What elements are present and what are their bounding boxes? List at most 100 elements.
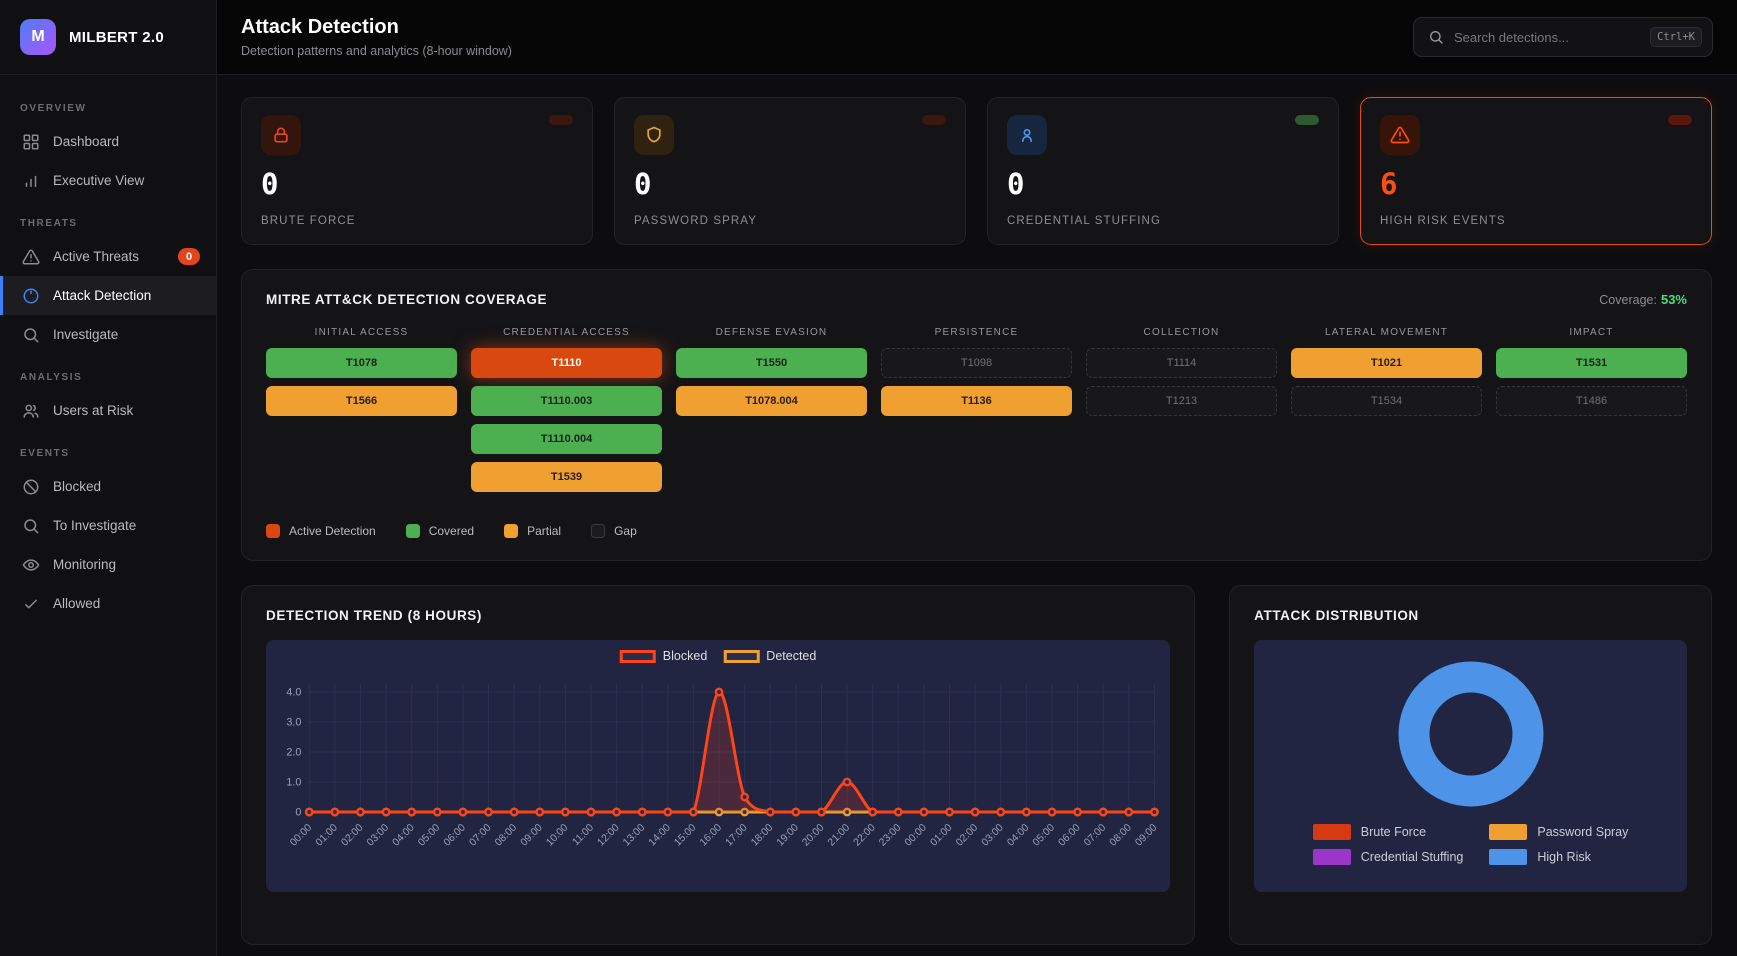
legend-label: Credential Stuffing (1361, 850, 1464, 864)
attack-distribution-panel: ATTACK DISTRIBUTION Brute Force Password… (1229, 585, 1712, 945)
technique-cell-t1534[interactable]: T1534 (1291, 386, 1482, 416)
stat-card-high-risk-events[interactable]: 6 HIGH RISK EVENTS (1360, 97, 1712, 245)
legend-label: Blocked (663, 649, 707, 663)
tactic-label: PERSISTENCE (881, 327, 1072, 338)
sidebar-item-blocked[interactable]: Blocked (0, 467, 216, 506)
sidebar-item-label: Allowed (53, 596, 100, 611)
technique-cell-t1078-004[interactable]: T1078.004 (676, 386, 867, 416)
distribution-legend-credential-stuffing: Credential Stuffing (1313, 849, 1464, 865)
mitre-grid: INITIAL ACCESS T1078 T1566 CREDENTIAL AC… (266, 327, 1687, 500)
sidebar-item-allowed[interactable]: Allowed (0, 584, 216, 623)
legend-label: Brute Force (1361, 825, 1426, 839)
sidebar-section-label: ANALYSIS (0, 354, 216, 391)
legend-swatch (1489, 824, 1527, 840)
stat-value: 0 (634, 170, 946, 199)
stat-card-row: 0 BRUTE FORCE 0 PASSWORD SPRAY 0 CREDENT… (241, 97, 1712, 245)
technique-cell-t1110[interactable]: T1110 (471, 348, 662, 378)
legend-label: Detected (766, 649, 816, 663)
coverage-value: 53% (1661, 292, 1687, 307)
trend-title: DETECTION TREND (8 HOURS) (266, 608, 1170, 623)
search-icon (1428, 29, 1444, 45)
search-icon (22, 517, 40, 535)
sidebar-item-executive-view[interactable]: Executive View (0, 161, 216, 200)
sidebar-item-to-investigate[interactable]: To Investigate (0, 506, 216, 545)
mitre-header: MITRE ATT&CK DETECTION COVERAGE Coverage… (266, 292, 1687, 307)
svg-text:16:00: 16:00 (698, 822, 724, 849)
sidebar-item-label: Investigate (53, 327, 118, 342)
tactic-label: LATERAL MOVEMENT (1291, 327, 1482, 338)
charts-row: DETECTION TREND (8 HOURS) Blocked Detect… (241, 585, 1712, 945)
distribution-legend: Brute Force Password Spray Credential St… (1313, 824, 1629, 865)
legend-swatch (266, 524, 280, 538)
search-box[interactable]: Ctrl+K (1413, 17, 1713, 57)
users-icon (22, 402, 40, 420)
technique-cell-t1486[interactable]: T1486 (1496, 386, 1687, 416)
stat-value: 6 (1380, 170, 1692, 199)
threat-count-badge: 0 (178, 248, 200, 265)
technique-cell-t1566[interactable]: T1566 (266, 386, 457, 416)
technique-cell-t1098[interactable]: T1098 (881, 348, 1072, 378)
svg-text:08:00: 08:00 (493, 822, 519, 849)
technique-cell-t1136[interactable]: T1136 (881, 386, 1072, 416)
legend-label: Partial (527, 524, 561, 538)
trend-pill (1295, 115, 1319, 125)
svg-text:11:00: 11:00 (571, 822, 597, 848)
stat-card-credential-stuffing[interactable]: 0 CREDENTIAL STUFFING (987, 97, 1339, 245)
search-input[interactable] (1454, 30, 1640, 45)
svg-text:18:00: 18:00 (749, 822, 775, 849)
sidebar-item-users-at-risk[interactable]: Users at Risk (0, 391, 216, 430)
grid-icon (22, 133, 40, 151)
main-area: Attack Detection Detection patterns and … (217, 0, 1737, 956)
svg-text:15:00: 15:00 (673, 822, 699, 849)
stat-card-brute-force[interactable]: 0 BRUTE FORCE (241, 97, 593, 245)
svg-text:17:00: 17:00 (724, 822, 750, 849)
sidebar-item-attack-detection[interactable]: Attack Detection (0, 276, 216, 315)
technique-cell-t1110-004[interactable]: T1110.004 (471, 424, 662, 454)
svg-text:08:00: 08:00 (1108, 822, 1134, 849)
stat-card-password-spray[interactable]: 0 PASSWORD SPRAY (614, 97, 966, 245)
mitre-legend: Active Detection Covered Partial Gap (266, 524, 1687, 538)
sidebar-section-events: EVENTS Blocked To Investigate Monitoring… (0, 430, 216, 623)
technique-cell-t1078[interactable]: T1078 (266, 348, 457, 378)
tactic-column-persistence: PERSISTENCE T1098 T1136 (881, 327, 1072, 500)
distribution-legend-high-risk: High Risk (1489, 849, 1628, 865)
legend-swatch (406, 524, 420, 538)
technique-cell-t1213[interactable]: T1213 (1086, 386, 1277, 416)
svg-text:3.0: 3.0 (286, 716, 301, 728)
page-header-text: Attack Detection Detection patterns and … (241, 16, 512, 58)
mitre-coverage-panel: MITRE ATT&CK DETECTION COVERAGE Coverage… (241, 269, 1712, 561)
stat-label: PASSWORD SPRAY (634, 215, 946, 227)
sidebar-item-label: To Investigate (53, 518, 136, 533)
coverage-label: Coverage: (1599, 293, 1657, 307)
stat-value: 0 (261, 170, 573, 199)
sidebar-section-analysis: ANALYSIS Users at Risk (0, 354, 216, 430)
legend-swatch (620, 650, 656, 663)
tactic-column-lateral-movement: LATERAL MOVEMENT T1021 T1534 (1291, 327, 1482, 500)
sidebar-item-investigate[interactable]: Investigate (0, 315, 216, 354)
sidebar-item-active-threats[interactable]: Active Threats 0 (0, 237, 216, 276)
technique-cell-t1531[interactable]: T1531 (1496, 348, 1687, 378)
legend-item-active-detection: Active Detection (266, 524, 376, 538)
technique-cell-t1550[interactable]: T1550 (676, 348, 867, 378)
technique-cell-t1110-003[interactable]: T1110.003 (471, 386, 662, 416)
technique-cell-t1021[interactable]: T1021 (1291, 348, 1482, 378)
stat-icon-chip (261, 115, 301, 155)
warning-triangle-icon (22, 248, 40, 266)
sidebar: M MILBERT 2.0 OVERVIEW Dashboard Executi… (0, 0, 217, 956)
sidebar-item-monitoring[interactable]: Monitoring (0, 545, 216, 584)
legend-label: Gap (614, 524, 637, 538)
logo-icon: M (20, 19, 56, 55)
sidebar-item-dashboard[interactable]: Dashboard (0, 122, 216, 161)
sidebar-item-label: Active Threats (53, 249, 139, 264)
technique-cell-t1539[interactable]: T1539 (471, 462, 662, 492)
lock-icon (271, 125, 291, 145)
search-icon (22, 326, 40, 344)
svg-text:03:00: 03:00 (980, 822, 1006, 849)
svg-text:04:00: 04:00 (391, 822, 417, 849)
svg-text:05:00: 05:00 (1031, 822, 1057, 849)
sidebar-section-overview: OVERVIEW Dashboard Executive View (0, 85, 216, 200)
eye-icon (22, 556, 40, 574)
technique-cell-t1114[interactable]: T1114 (1086, 348, 1277, 378)
stat-label: HIGH RISK EVENTS (1380, 215, 1692, 227)
check-icon (22, 595, 40, 613)
